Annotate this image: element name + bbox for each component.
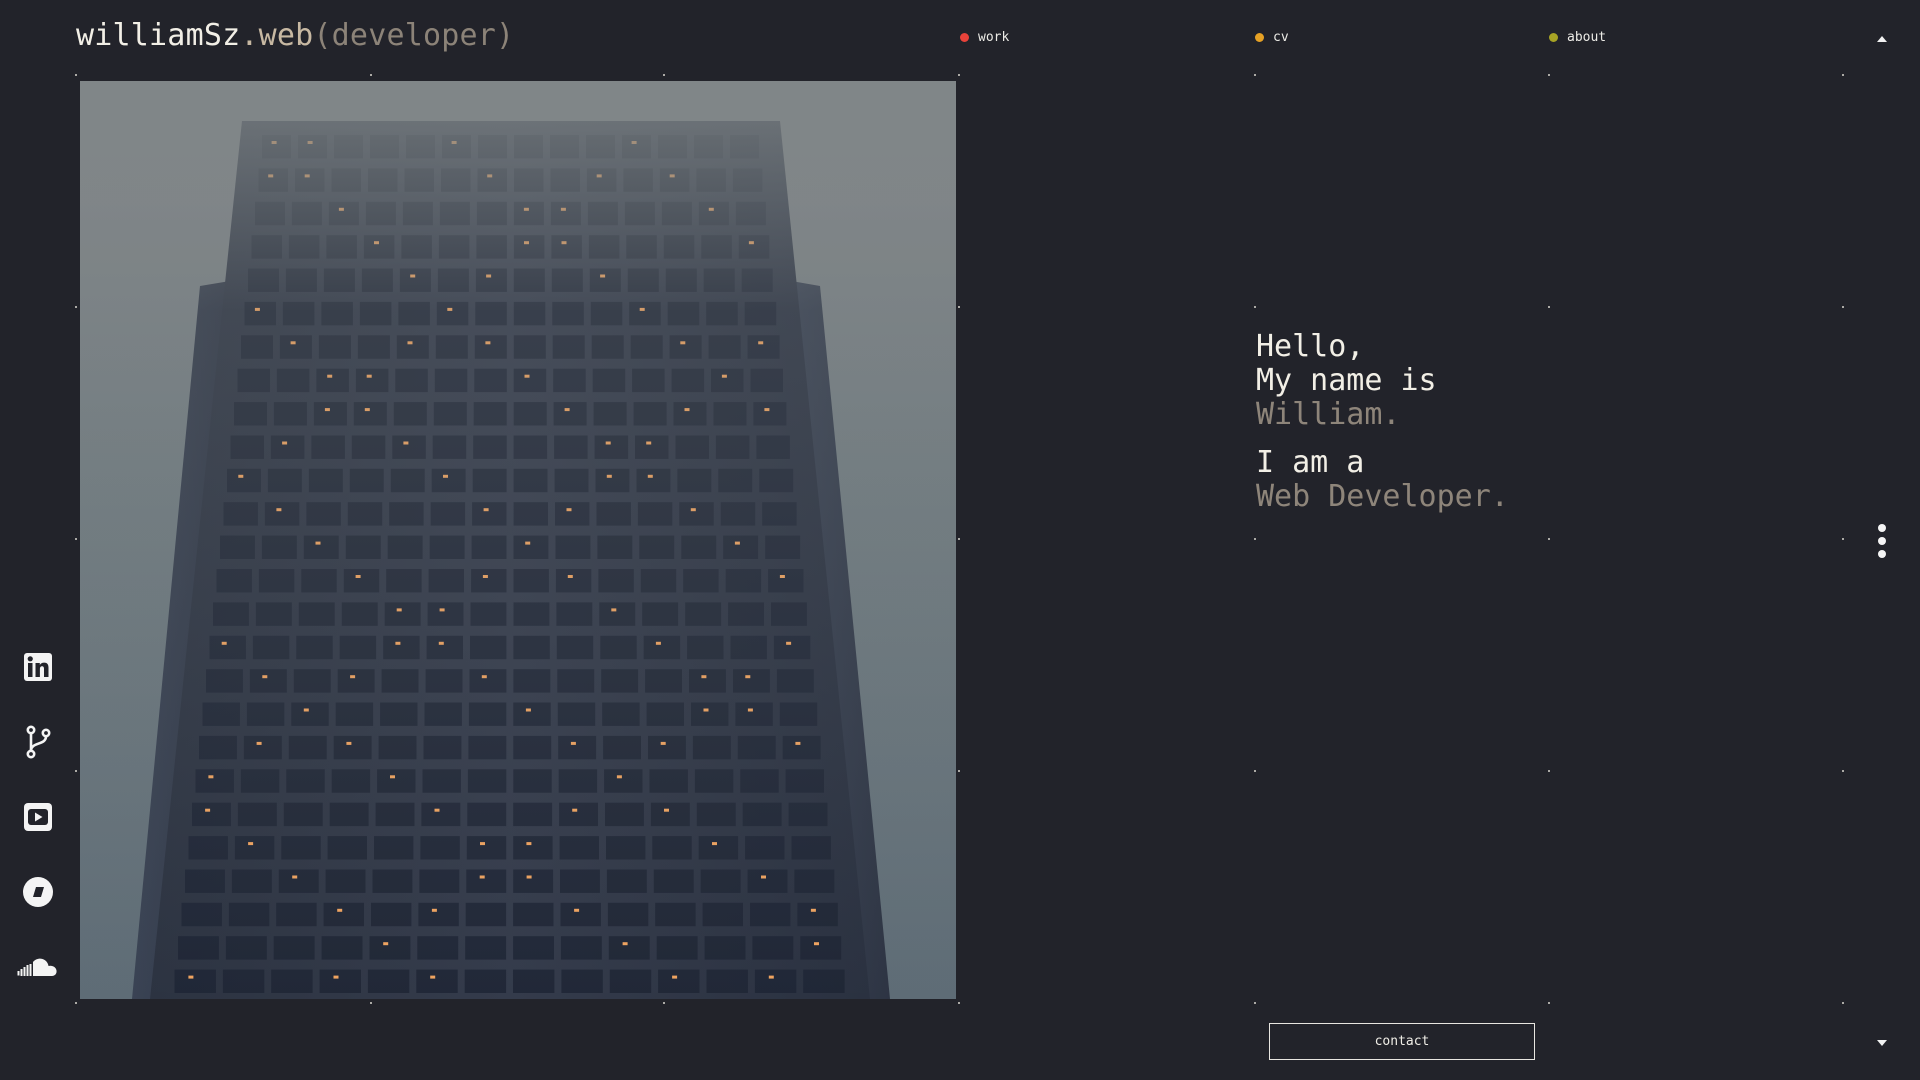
grid-dot bbox=[958, 306, 960, 308]
more-options-icon[interactable] bbox=[1876, 524, 1888, 558]
grid-dot bbox=[958, 770, 960, 772]
grid-dot bbox=[1254, 770, 1256, 772]
nav-work-label: work bbox=[978, 30, 1010, 45]
grid-dot bbox=[1842, 1002, 1844, 1004]
grid-dot bbox=[1842, 74, 1844, 76]
grid-dot bbox=[370, 74, 372, 76]
intro-name-prefix: My name is bbox=[1256, 363, 1437, 398]
grid-dot bbox=[663, 1002, 665, 1004]
grid-dot bbox=[1254, 1002, 1256, 1004]
nav-about-dot bbox=[1549, 33, 1558, 42]
nav-work-dot bbox=[960, 33, 969, 42]
nav-cv-dot bbox=[1255, 33, 1264, 42]
grid-dot bbox=[1842, 538, 1844, 540]
intro-name: William. bbox=[1256, 397, 1401, 432]
grid-dot bbox=[958, 1002, 960, 1004]
grid-dot bbox=[1548, 770, 1550, 772]
linkedin-link[interactable] bbox=[18, 647, 58, 687]
scroll-up-icon[interactable] bbox=[1877, 36, 1887, 42]
nav-item-about[interactable]: about bbox=[1549, 30, 1606, 45]
intro-text: Hello, My name is William. I am a Web De… bbox=[1256, 330, 1509, 514]
youtube-icon bbox=[24, 803, 52, 831]
nav-about-label: about bbox=[1567, 30, 1607, 45]
grid-dot bbox=[1254, 306, 1256, 308]
brand-name: williamSz bbox=[76, 18, 241, 53]
grid-dot bbox=[1254, 74, 1256, 76]
intro-role-prefix: I am a bbox=[1256, 445, 1365, 480]
soundcloud-icon bbox=[17, 958, 57, 976]
brand-role: (developer) bbox=[313, 18, 515, 53]
grid-dot bbox=[75, 74, 77, 76]
behance-link[interactable] bbox=[18, 872, 58, 912]
grid-dot bbox=[75, 1002, 77, 1004]
grid-dot bbox=[75, 538, 77, 540]
grid-dot bbox=[75, 306, 77, 308]
site-logo[interactable]: williamSz.web(developer) bbox=[76, 18, 514, 53]
git-link[interactable] bbox=[18, 722, 58, 762]
intro-greeting: Hello, bbox=[1256, 329, 1365, 364]
nav-cv-label: cv bbox=[1273, 30, 1289, 45]
intro-role: Web Developer. bbox=[1256, 479, 1509, 514]
grid-dot bbox=[1548, 74, 1550, 76]
scroll-down-icon[interactable] bbox=[1877, 1040, 1887, 1046]
brand-domain: .web bbox=[240, 18, 314, 53]
grid-dot bbox=[663, 74, 665, 76]
youtube-link[interactable] bbox=[18, 797, 58, 837]
grid-dot bbox=[1548, 538, 1550, 540]
contact-button[interactable]: contact bbox=[1269, 1023, 1535, 1060]
hero-image bbox=[80, 81, 956, 999]
grid-dot bbox=[1254, 538, 1256, 540]
grid-dot bbox=[1548, 1002, 1550, 1004]
behance-circle-icon bbox=[23, 877, 53, 907]
grid-dot bbox=[958, 74, 960, 76]
nav-item-cv[interactable]: cv bbox=[1255, 30, 1289, 45]
soundcloud-link[interactable] bbox=[16, 947, 60, 987]
linkedin-icon bbox=[24, 653, 52, 681]
grid-dot bbox=[1842, 770, 1844, 772]
nav-item-work[interactable]: work bbox=[960, 30, 1009, 45]
grid-dot bbox=[1842, 306, 1844, 308]
grid-dot bbox=[75, 770, 77, 772]
grid-dot bbox=[370, 1002, 372, 1004]
grid-dot bbox=[1548, 306, 1550, 308]
git-branch-icon bbox=[26, 725, 51, 759]
grid-dot bbox=[958, 538, 960, 540]
